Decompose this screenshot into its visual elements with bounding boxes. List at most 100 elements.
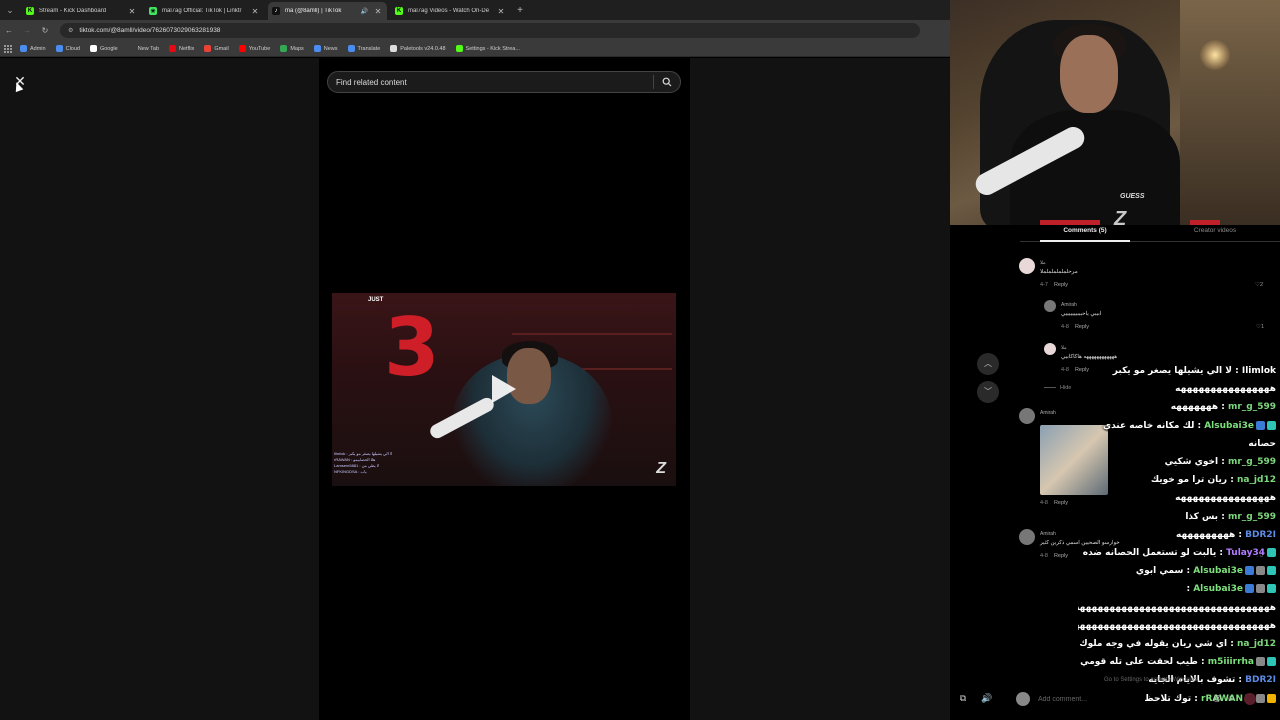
apps-grid-icon[interactable]	[4, 44, 12, 53]
avatar[interactable]	[1019, 258, 1035, 274]
like-button[interactable]: ♡2	[1255, 282, 1263, 288]
comment-author[interactable]: Amirah	[1040, 531, 1056, 537]
add-comment-bar: @ ☺	[1016, 689, 1280, 709]
comment-date: 4-8	[1040, 500, 1048, 506]
next-video-button[interactable]: ﹀	[977, 381, 999, 403]
like-button[interactable]: ♡1	[1256, 324, 1264, 330]
video-thumbnail[interactable]: 3 JUST Ilimlok : لا الي يشيلها يصغر مو ي…	[332, 293, 676, 486]
reply-button[interactable]: Reply	[1075, 324, 1089, 330]
avatar[interactable]	[1044, 300, 1056, 312]
mention-icon[interactable]: @	[1212, 694, 1222, 704]
search-button[interactable]	[654, 72, 680, 92]
player-controls: ⧉ 🔊	[955, 690, 995, 706]
chat-username[interactable]: BDR2I	[1245, 530, 1276, 540]
bookmark-icon	[313, 45, 321, 52]
browser-tab[interactable]: K Stream - Kick Dashboard ✕	[22, 2, 141, 20]
previous-video-button[interactable]: ︿	[977, 353, 999, 375]
address-bar[interactable]: ⚙ tiktok.com/@8amll/video/76260730290632…	[60, 23, 920, 38]
chat-message: سمي ابوي : Alsubai3e	[1136, 566, 1276, 576]
bookmark-item[interactable]: Google	[89, 45, 118, 52]
tab-title: mal7ag Videos - Watch On-De	[408, 8, 490, 14]
chat-username[interactable]: m5iiirrha	[1208, 657, 1254, 667]
new-tab-button[interactable]: +	[514, 5, 526, 16]
chat-username[interactable]: BDR2I	[1245, 675, 1276, 685]
chat-username[interactable]: Ilimlok	[1242, 366, 1276, 376]
chat-separator: :	[1227, 475, 1237, 486]
search-icon	[662, 77, 672, 87]
forward-arrow-icon[interactable]: →	[18, 26, 36, 35]
bookmark-item[interactable]: Settings - Kick Strea...	[455, 45, 520, 52]
chat-username[interactable]: mr_g_599	[1228, 457, 1276, 467]
webcam-overlay: GUESS Z	[950, 0, 1280, 225]
bookmark-item[interactable]: Netflix	[169, 45, 194, 52]
chat-username[interactable]: Alsubai3e	[1193, 566, 1243, 576]
hide-replies-button[interactable]: Hide	[1044, 385, 1071, 391]
chat-separator: :	[1231, 366, 1242, 376]
bookmark-item[interactable]: Maps	[280, 45, 304, 52]
bookmark-icon	[204, 45, 212, 52]
post-comment-button[interactable]	[1244, 693, 1256, 705]
chat-username[interactable]: Alsubai3e	[1193, 584, 1243, 594]
chat-username[interactable]: Alsubai3e	[1204, 421, 1254, 431]
chat-message-text: ههههههههههههههههههههههههههههههههههه	[1078, 620, 1276, 631]
shirt-brand: GUESS	[1120, 193, 1145, 200]
bookmark-item[interactable]: News	[313, 45, 338, 52]
browser-tab[interactable]: ✳ mal7ag Official: TikTok | Linktr ✕	[145, 2, 264, 20]
volume-icon[interactable]: 🔊	[979, 690, 995, 706]
comment-author[interactable]: ملا	[1061, 345, 1067, 351]
tab-close-icon[interactable]: ✕	[250, 7, 260, 16]
chat-message: ههههههههههههههههه	[1175, 384, 1276, 394]
add-comment-input[interactable]	[1038, 695, 1208, 703]
chat-username[interactable]: na_jd12	[1237, 475, 1276, 485]
reload-icon[interactable]: ↻	[36, 26, 54, 35]
browser-tab[interactable]: Kmal7ag Videos - Watch On-De ✕	[391, 2, 510, 20]
tab-close-icon[interactable]: ✕	[496, 7, 506, 16]
back-arrow-icon[interactable]: ←	[0, 26, 18, 35]
reply-button[interactable]: Reply	[1054, 282, 1068, 288]
play-icon[interactable]	[492, 375, 516, 403]
search-input[interactable]	[336, 77, 653, 87]
comment-author[interactable]: ملا	[1040, 260, 1046, 266]
browser-tab[interactable]: ♪ ma (@8amll) | TikTok 🔊 ✕	[268, 2, 387, 20]
tab-title: mal7ag Official: TikTok | Linktr	[162, 8, 242, 14]
reply-button[interactable]: Reply	[1054, 500, 1068, 506]
bookmark-icon	[127, 45, 135, 52]
comment-author[interactable]: Amirah	[1061, 302, 1077, 308]
chat-message-text: اخوي شكيي	[1164, 457, 1219, 467]
chat-username[interactable]: Tulay34	[1226, 548, 1265, 558]
tab-comments[interactable]: Comments (5)	[1020, 224, 1150, 242]
chat-username[interactable]: mr_g_599	[1228, 512, 1276, 522]
chat-badge-icon	[1256, 657, 1265, 667]
bookmark-item[interactable]: Cloud	[55, 45, 80, 52]
avatar[interactable]	[1019, 529, 1035, 545]
reply-button[interactable]: Reply	[1054, 553, 1068, 559]
chat-username[interactable]: na_jd12	[1237, 639, 1276, 649]
chat-message-text: ههههههههههههههههه	[1175, 384, 1276, 395]
emoji-icon[interactable]: ☺	[1226, 694, 1236, 704]
bookmark-item[interactable]: YouTube	[238, 45, 270, 52]
bookmark-item[interactable]: New Tab	[127, 45, 159, 52]
tab-creator-videos[interactable]: Creator videos	[1150, 224, 1280, 241]
chat-message-text: لك مكانه خاصه عندي	[1102, 420, 1195, 431]
chat-separator: :	[1183, 566, 1194, 577]
chat-message: ههههههههههههههههههههههههههههههههههه	[1078, 621, 1276, 631]
picture-in-picture-icon[interactable]: ⧉	[955, 690, 971, 706]
bookmark-item[interactable]: Paletools v24.0.48	[390, 45, 446, 52]
comment-author[interactable]: Amirah	[1040, 410, 1056, 416]
avatar[interactable]	[1019, 408, 1035, 424]
tab-search-chevron-icon[interactable]: ⌄	[2, 2, 18, 18]
tab-audio-icon[interactable]: 🔊	[361, 8, 368, 15]
site-info-icon[interactable]: ⚙	[68, 27, 73, 34]
search-bar[interactable]	[327, 71, 681, 93]
chat-username[interactable]: mr_g_599	[1228, 402, 1276, 412]
bookmark-item[interactable]: Admin	[20, 45, 46, 52]
bookmark-item[interactable]: Translate	[347, 45, 380, 52]
thumbnail-tag: JUST	[368, 297, 384, 303]
tab-close-icon[interactable]: ✕	[373, 7, 383, 16]
avatar[interactable]	[1044, 343, 1056, 355]
bookmark-icon	[280, 45, 288, 52]
tab-close-icon[interactable]: ✕	[127, 7, 137, 16]
chat-separator: :	[1218, 457, 1228, 467]
bookmark-item[interactable]: Gmail	[204, 45, 229, 52]
bookmark-label: Google	[99, 45, 118, 52]
